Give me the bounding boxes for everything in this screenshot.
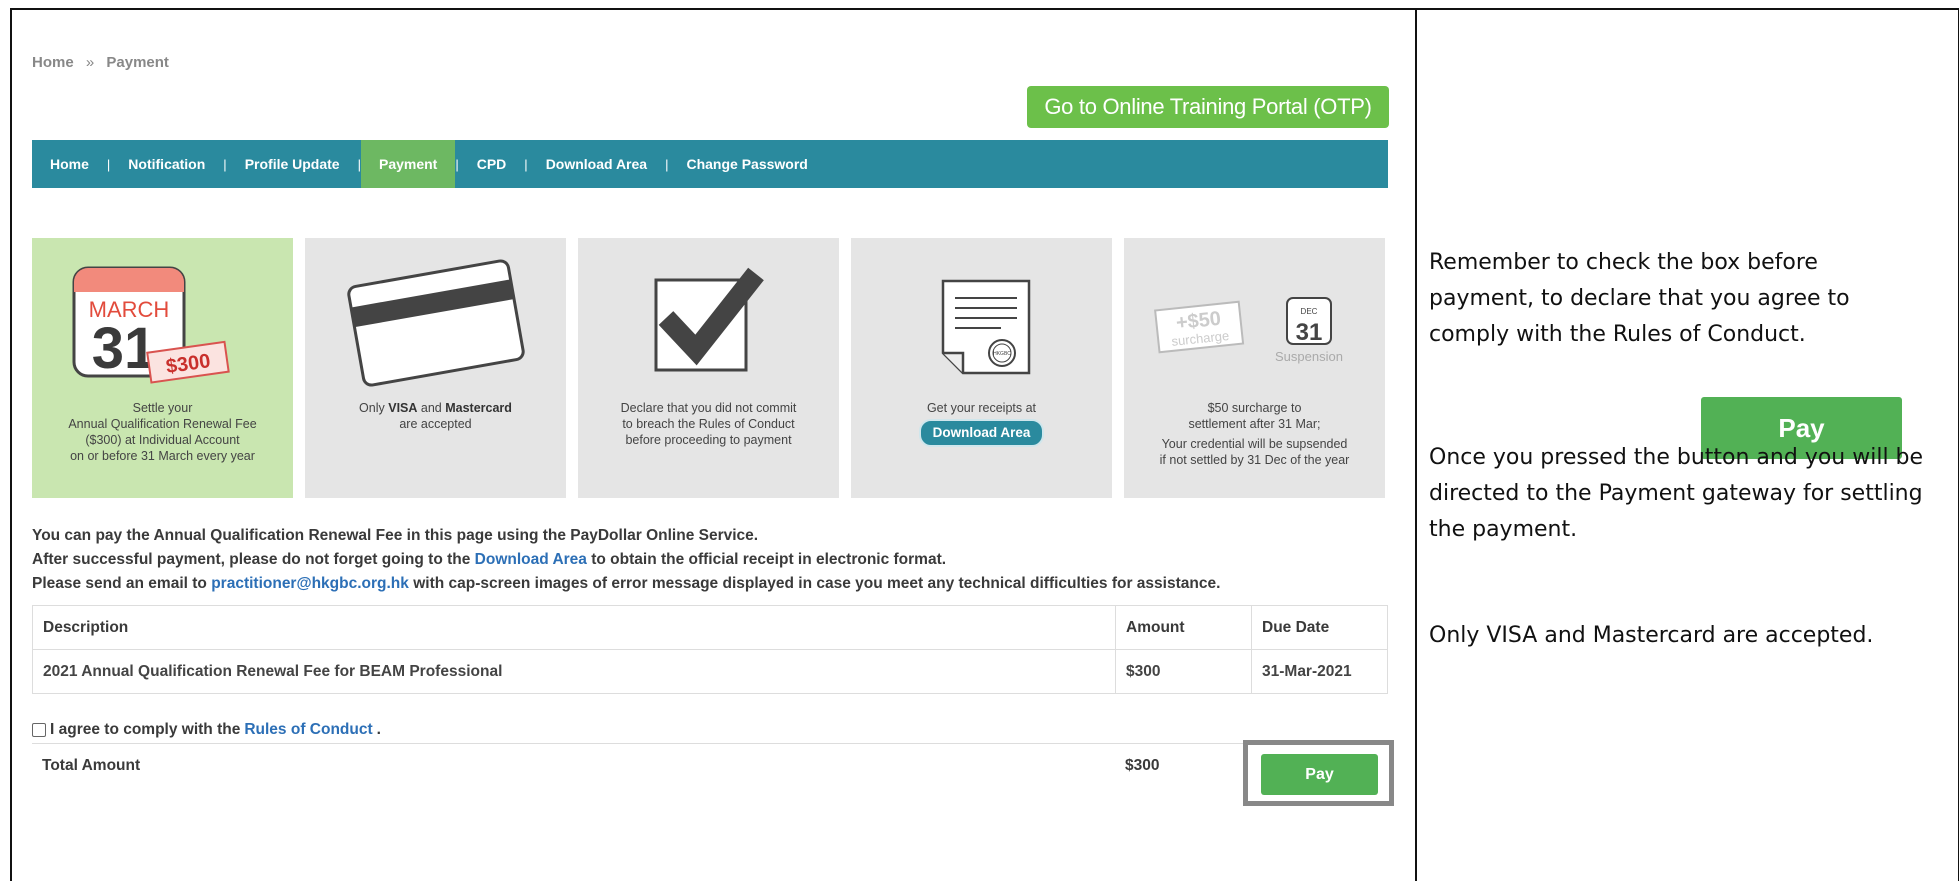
tile-declare-text: Declare that you did not commit to breac… [586,400,831,448]
tile-text-part: and [417,401,446,415]
note-check-box: Remember to check the box before payment… [1429,250,1850,347]
info-line: After successful payment, please do not … [32,548,1220,572]
note-pay-button: Once you pressed the button and you will… [1429,445,1924,542]
tile-deadline-text: Settle your Annual Qualification Renewal… [40,400,285,464]
tile-text-part: Only [359,401,389,415]
tile-text-line: Declare that you did not commit [620,401,797,415]
tile-surcharge: +$50 surcharge DEC 31 Suspension $50 sur… [1124,238,1385,498]
info-text: After successful payment, please do not … [32,551,475,568]
otp-button[interactable]: Go to Online Training Portal (OTP) [1027,86,1389,128]
seal-text: HKGBC [993,351,1011,357]
breadcrumb-separator: » [85,54,95,71]
tile-surcharge-text: $50 surcharge to settlement after 31 Mar… [1132,400,1377,468]
dec-month: DEC [1301,307,1318,316]
fees-table: Description Amount Due Date 2021 Annual … [32,605,1388,694]
agree-punct: . [376,721,381,738]
total-divider [32,743,1388,744]
receipt-icon: HKGBC [941,279,1031,375]
pay-button[interactable]: Pay [1261,754,1378,795]
tile-text-line: Settle your [132,401,193,415]
info-line: Please send an email to practitioner@hkg… [32,572,1220,596]
info-text: Please send an email to [32,575,212,592]
nav-download-area[interactable]: Download Area [528,140,665,188]
info-text: to obtain the official receipt in electr… [586,551,947,568]
info-line: You can pay the Annual Qualification Ren… [32,527,759,544]
tile-receipts-text: Get your receipts at Download Area [859,400,1104,447]
nav-change-password[interactable]: Change Password [668,140,825,188]
cell-description: 2021 Annual Qualification Renewal Fee fo… [32,649,1116,694]
tile-text-line: before proceeding to payment [625,433,792,447]
payment-page: Home » Payment Go to Online Training Por… [32,0,1394,881]
breadcrumb-home[interactable]: Home [32,54,74,71]
email-link[interactable]: practitioner@hkgbc.org.hk [211,575,409,592]
calendar-day: 31 [92,316,157,381]
tile-text-line: $50 surcharge to [1207,401,1302,415]
credit-card-icon [347,259,525,387]
tile-text-line: Your credential will be supsended [1161,437,1348,451]
nav-profile-update[interactable]: Profile Update [227,140,358,188]
tile-cards-text: Only VISA and Mastercard are accepted [313,400,558,432]
table-row: 2021 Annual Qualification Renewal Fee fo… [32,649,1388,694]
tile-text-line: ($300) at Individual Account [85,433,240,447]
tile-cards: Only VISA and Mastercard are accepted [305,238,566,498]
cell-due-date: 31-Mar-2021 [1251,649,1388,694]
info-text: with cap-screen images of error message … [408,575,1221,592]
tile-text-line: to breach the Rules of Conduct [622,417,795,431]
tile-receipts: HKGBC Get your receipts at Download Area [851,238,1112,498]
tile-declare: Declare that you did not commit to breac… [578,238,839,498]
mastercard-label: Mastercard [445,401,512,415]
suspension-label: Suspension [1275,349,1343,364]
checkbox-check-icon [654,267,764,372]
total-label: Total Amount [42,757,141,774]
breadcrumb-current: Payment [106,54,169,71]
calendar-icon: MARCH 31 $300 [72,266,230,384]
download-area-link[interactable]: Download Area [475,551,587,568]
tile-deadline: MARCH 31 $300 Settle your Annual Qualifi… [32,238,293,498]
table-header-row: Description Amount Due Date [32,605,1388,650]
column-divider [1415,8,1417,881]
tile-text-line: if not settled by 31 Dec of the year [1159,453,1350,467]
rules-of-conduct-link[interactable]: Rules of Conduct [244,721,372,739]
tile-text-line: Annual Qualification Renewal Fee [68,417,257,431]
agree-row: I agree to comply with the Rules of Cond… [32,721,381,739]
header-amount: Amount [1115,605,1252,650]
visa-label: VISA [388,401,418,415]
main-navbar: Home | Notification | Profile Update | P… [32,140,1388,188]
note-cards-accepted: Only VISA and Mastercard are accepted. [1429,623,1874,648]
breadcrumb: Home » Payment [32,54,169,71]
nav-notification[interactable]: Notification [110,140,223,188]
dec-day: 31 [1296,319,1323,346]
tile-text-line: on or before 31 March every year [70,449,255,463]
payment-info-text: You can pay the Annual Qualification Ren… [32,524,1220,596]
header-description: Description [32,605,1116,650]
download-area-pill[interactable]: Download Area [918,419,1045,447]
nav-payment[interactable]: Payment [360,140,456,188]
cell-amount: $300 [1115,649,1252,694]
tile-text-line: Get your receipts at [926,401,1037,415]
instructions-panel: Remember to check the box before payment… [1429,0,1949,881]
header-due-date: Due Date [1251,605,1388,650]
tile-text-line: settlement after 31 Mar; [1188,417,1321,431]
surcharge-suspension-icon: +$50 surcharge DEC 31 Suspension [1154,297,1343,364]
nav-home[interactable]: Home [32,140,107,188]
total-amount: $300 [1125,757,1160,774]
agree-label: I agree to comply with the [50,721,241,738]
agree-checkbox[interactable] [32,723,46,737]
nav-cpd[interactable]: CPD [459,140,525,188]
info-tiles: MARCH 31 $300 Settle your Annual Qualifi… [32,238,1388,498]
tile-text-line: are accepted [399,417,472,431]
